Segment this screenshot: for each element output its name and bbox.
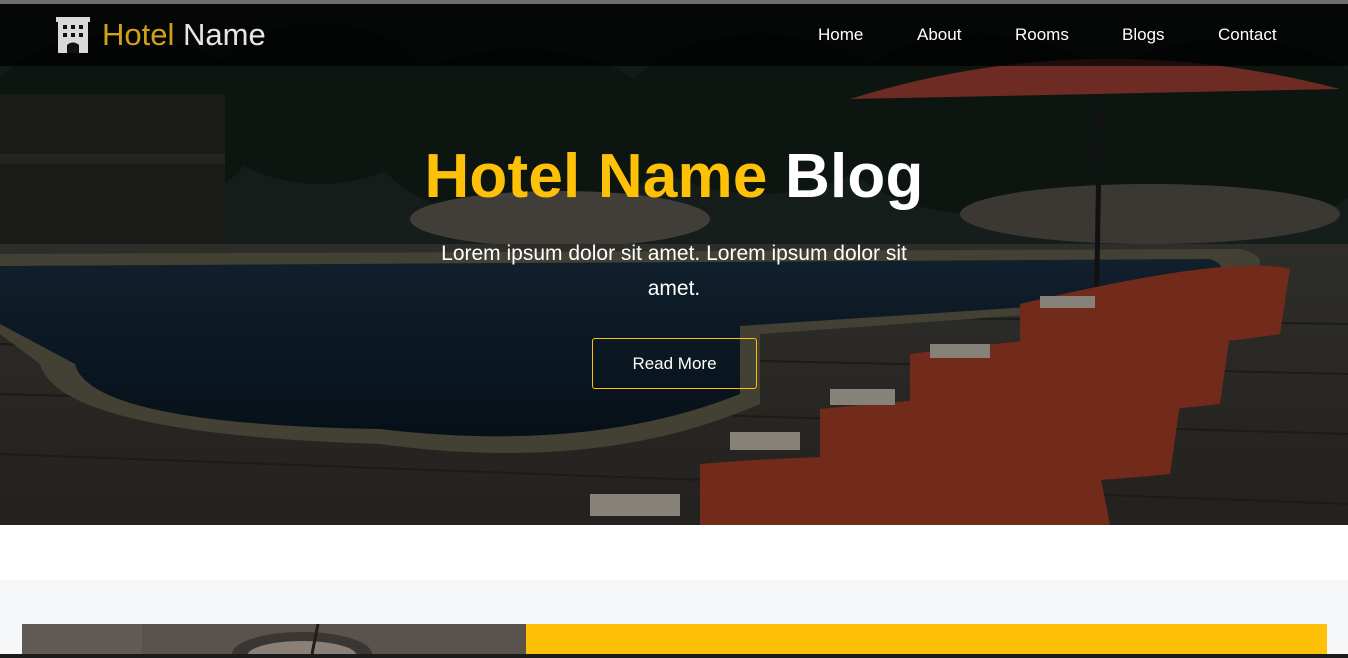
nav-link-blogs[interactable]: Blogs	[1122, 25, 1165, 45]
nav-link-home[interactable]: Home	[818, 25, 863, 45]
hero-title-rest: Blog	[767, 142, 924, 211]
nav-link-contact[interactable]: Contact	[1218, 25, 1277, 45]
brand-name-accent: Hotel	[102, 17, 175, 52]
blog-card-image	[22, 624, 526, 658]
blog-card-photo	[22, 624, 526, 658]
brand-name: Hotel Name	[102, 17, 266, 53]
hero-title-accent: Hotel Name	[424, 142, 768, 211]
hero-subtitle: Lorem ipsum dolor sit amet. Lorem ipsum …	[441, 242, 907, 300]
read-more-button[interactable]: Read More	[592, 338, 757, 389]
window-bottom-edge	[0, 654, 1348, 658]
hero-title: Hotel Name Blog	[0, 142, 1348, 212]
top-navbar: Hotel Name Home About Rooms Blogs Contac…	[0, 4, 1348, 66]
brand-logo[interactable]: Hotel Name	[55, 17, 266, 53]
hotel-building-icon	[56, 17, 90, 53]
nav-link-about[interactable]: About	[917, 25, 961, 45]
blog-card-panel	[526, 624, 1327, 658]
nav-link-rooms[interactable]: Rooms	[1015, 25, 1069, 45]
brand-name-rest: Name	[174, 17, 266, 52]
